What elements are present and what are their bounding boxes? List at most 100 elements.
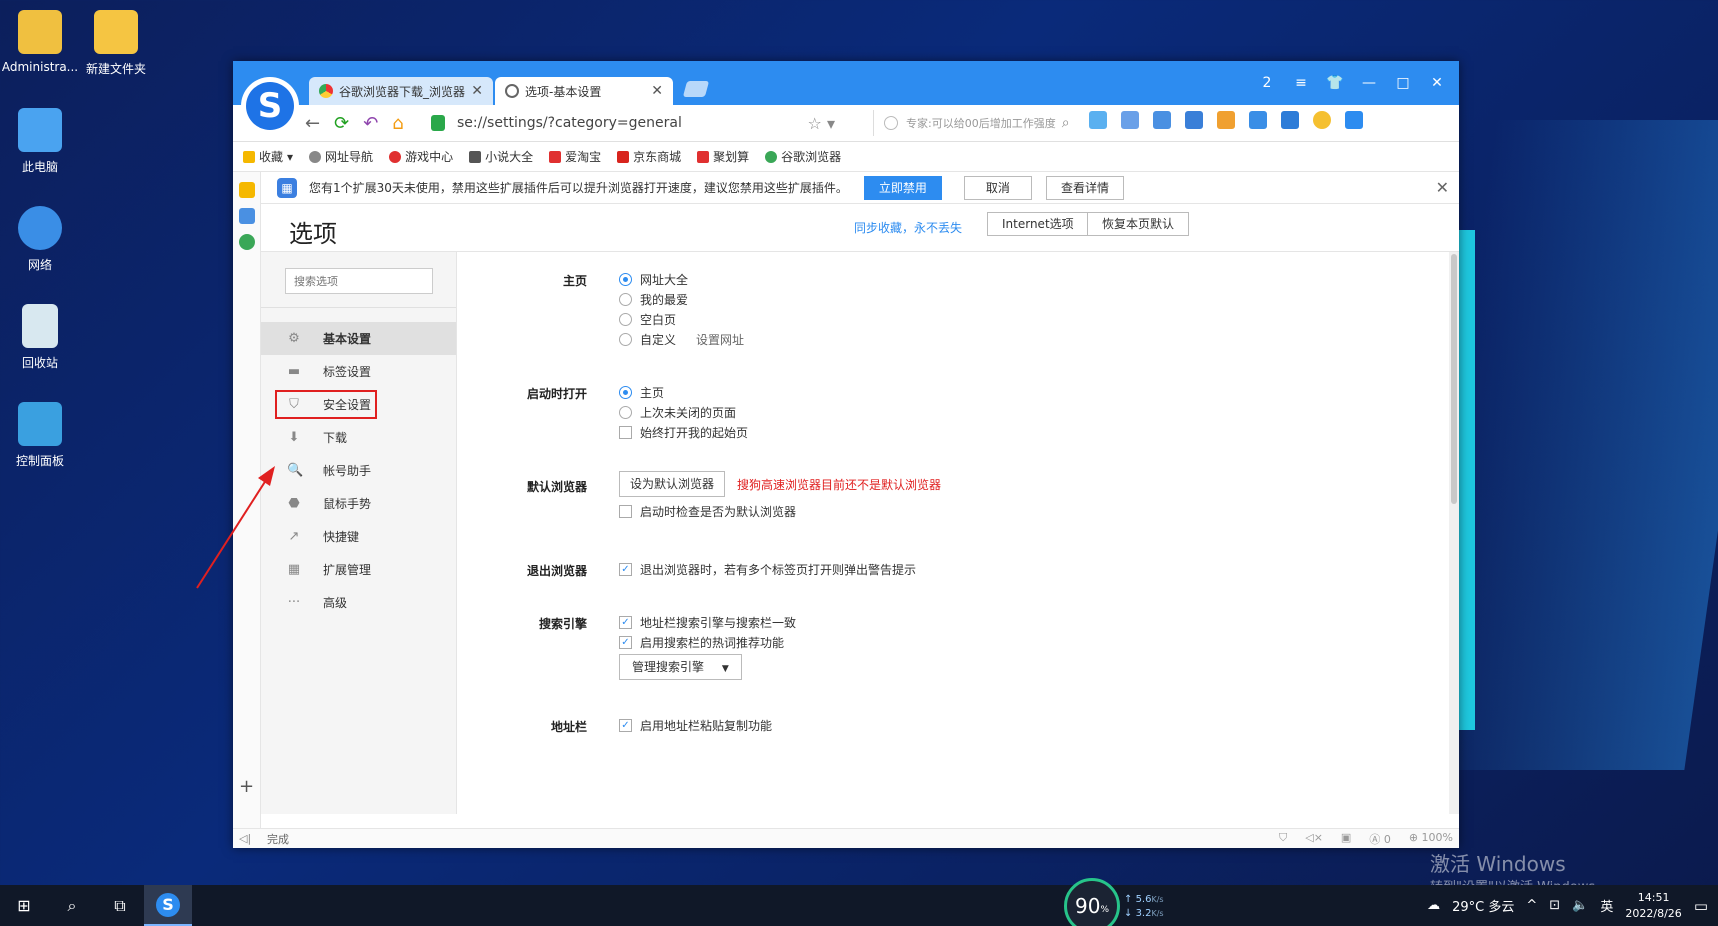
view-details-button[interactable]: 查看详情 [1045,175,1124,200]
url-text[interactable]: se://settings/?category=general [457,115,682,131]
adblock-icon[interactable]: ▣ [1341,831,1351,847]
home-icon[interactable]: ⌂ [392,113,403,134]
weather-text[interactable]: 29°C 多云 [1452,896,1514,915]
menu-item-basic[interactable]: ⚙ 基本设置 [261,322,456,355]
menu-item-security[interactable]: ⛉ 安全设置 [261,388,456,421]
ime-indicator[interactable]: 英 [1600,896,1613,915]
radio-startup-last[interactable]: 上次未关闭的页面 [619,404,736,421]
sidebar-toggle-icon[interactable]: ◁| [239,832,251,845]
undo-icon[interactable]: ↶ [363,113,378,134]
share-icon[interactable] [1153,111,1171,129]
menu-item-advanced[interactable]: ··· 高级 [261,586,456,619]
disable-now-button[interactable]: 立即禁用 [863,175,942,200]
set-url-link[interactable]: 设置网址 [696,331,744,348]
sogou-logo-icon[interactable]: S [241,77,299,135]
zoom-level[interactable]: ⊕ 100% [1409,831,1453,847]
translate-icon[interactable] [1121,111,1139,129]
network-tray-icon[interactable]: ⊡ [1549,898,1560,913]
screenshot-icon[interactable] [1185,111,1203,129]
maximize-icon[interactable]: □ [1389,71,1417,95]
checkbox-hot-words[interactable]: ✓ 启用搜索栏的热词推荐功能 [619,634,784,651]
close-tab-icon[interactable]: ✕ [471,83,483,99]
emoji-icon[interactable] [1313,111,1331,129]
menu-item-download[interactable]: ⬇ 下载 [261,421,456,454]
sync-link[interactable]: 同步收藏，永不丢失 [854,219,962,236]
scrollbar-thumb[interactable] [1451,254,1457,504]
skin-icon[interactable]: 👕 [1321,71,1349,95]
checkbox-paste-copy[interactable]: ✓ 启用地址栏粘贴复制功能 [619,717,772,734]
close-notice-icon[interactable]: ✕ [1436,178,1449,197]
search-icon[interactable]: ⌕ [1062,115,1070,131]
notes-icon[interactable] [1249,111,1267,129]
menu-icon[interactable]: ≡ [1287,71,1315,95]
radio-homepage-favorites[interactable]: 我的最爱 [619,291,688,308]
tab-chrome-download[interactable]: 谷歌浏览器下载_浏览器 ✕ [309,77,493,105]
weather-icon[interactable] [1089,111,1107,129]
bookmark-games[interactable]: 游戏中心 [389,148,453,165]
desktop-icon-control-panel[interactable]: 控制面板 [0,402,80,469]
options-search-input[interactable] [285,268,433,294]
radio-homepage-custom[interactable]: 自定义 设置网址 [619,331,744,348]
desktop-icon-network[interactable]: 网络 [0,206,80,273]
task-view-icon[interactable]: ⧉ [96,885,144,926]
tab-count-icon[interactable]: 2 [1253,71,1281,95]
tray-chevron-up-icon[interactable]: ^ [1526,898,1537,913]
menu-item-extensions[interactable]: ▦ 扩展管理 [261,553,456,586]
bookmark-star-icon[interactable]: ☆ ▾ [808,114,835,133]
download-icon[interactable] [1345,111,1363,129]
internet-options-button[interactable]: Internet选项 [987,212,1089,236]
taskbar-sogou-browser[interactable]: S [144,885,192,926]
mute-icon[interactable]: ◁× [1305,831,1323,847]
menu-item-account[interactable]: 🔍 帐号助手 [261,454,456,487]
menu-item-mouse-gestures[interactable]: ⬣ 鼠标手势 [261,487,456,520]
checkbox-check-default[interactable]: 启动时检查是否为默认浏览器 [619,503,796,520]
radio-homepage-sites[interactable]: 网址大全 [619,271,688,288]
radio-startup-home[interactable]: 主页 [619,384,664,401]
history-clock-icon[interactable] [238,234,255,250]
bookmark-nav[interactable]: 网址导航 [309,148,373,165]
back-icon[interactable]: ← [305,113,320,134]
desktop-icon-recycle-bin[interactable]: 回收站 [0,304,80,371]
desktop-icon-this-pc[interactable]: 此电脑 [0,108,80,175]
bookmark-juhuasuan[interactable]: 聚划算 [697,148,749,165]
refresh-icon[interactable]: ⟳ [334,113,349,134]
close-window-icon[interactable]: ✕ [1423,71,1451,95]
bookmark-favorites[interactable]: 收藏 ▾ [243,148,293,165]
add-icon[interactable]: + [239,776,254,797]
search-bar[interactable]: 专家:可以给00后增加工作强度 ⌕ [873,110,1073,136]
favorites-star-icon[interactable] [238,182,255,198]
new-tab-button[interactable] [682,81,710,97]
checkbox-search-sync[interactable]: ✓ 地址栏搜索引擎与搜索栏一致 [619,614,796,631]
cancel-button[interactable]: 取消 [963,175,1032,200]
set-default-browser-button[interactable]: 设为默认浏览器 [619,471,726,497]
close-tab-icon[interactable]: ✕ [651,83,663,99]
checkbox-startup-start-page[interactable]: 始终打开我的起始页 [619,424,748,441]
key-icon[interactable] [1217,111,1235,129]
bookmark-chrome[interactable]: 谷歌浏览器 [765,148,841,165]
window-icon[interactable] [1281,111,1299,129]
minimize-icon[interactable]: — [1355,71,1383,95]
volume-icon[interactable]: 🔈 [1572,898,1588,913]
clock[interactable]: 14:51 2022/8/26 [1625,890,1681,922]
menu-item-tabs[interactable]: ▬ 标签设置 [261,355,456,388]
notification-icon[interactable]: ▭ [1694,897,1708,915]
shield-check-icon[interactable]: ⛉ [1279,831,1287,847]
bookmark-taobao[interactable]: 爱淘宝 [549,148,601,165]
checkbox-exit-warning[interactable]: ✓ 退出浏览器时，若有多个标签页打开则弹出警告提示 [619,561,916,578]
weather-cloud-icon[interactable]: ☁ [1427,898,1440,913]
url-bar[interactable]: se://settings/?category=general ☆ ▾ [431,109,845,137]
bookmark-jd[interactable]: 京东商城 [617,148,681,165]
tab-settings[interactable]: 选项-基本设置 ✕ [495,77,673,105]
desktop-icon-administrator[interactable]: Administra... [0,10,80,74]
scrollbar[interactable] [1449,252,1459,814]
radio-homepage-blank[interactable]: 空白页 [619,311,676,328]
cpu-gauge[interactable]: 90% [1064,878,1120,926]
start-windows-icon[interactable]: ⊞ [0,885,48,926]
manage-search-engines-dropdown[interactable]: 管理搜索引擎 ▼ [619,654,742,680]
reader-icon[interactable] [238,208,255,224]
bookmark-novels[interactable]: 小说大全 [469,148,533,165]
search-icon[interactable]: ⌕ [48,885,96,926]
ad-count[interactable]: Ⓐ 0 [1369,831,1391,847]
menu-item-shortcuts[interactable]: ↗ 快捷键 [261,520,456,553]
desktop-icon-new-folder[interactable]: 新建文件夹 [76,10,156,77]
